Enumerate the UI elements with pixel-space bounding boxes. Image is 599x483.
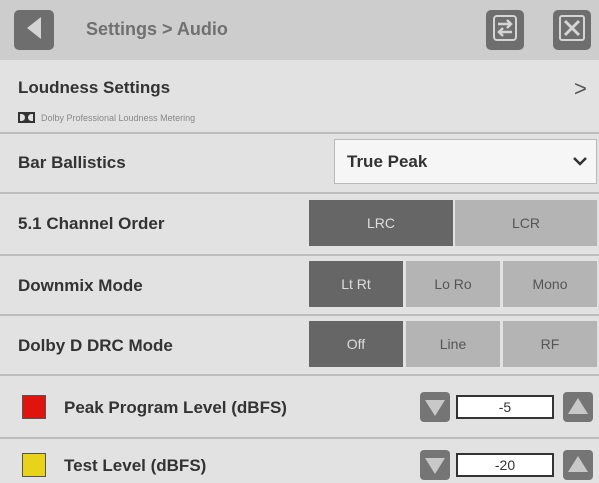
divider: [0, 314, 599, 316]
test-level-decrement-button[interactable]: [420, 450, 450, 480]
channel-order-lrc-button[interactable]: LRC: [309, 200, 453, 246]
chevron-right-icon[interactable]: >: [574, 76, 587, 102]
peak-level-color-swatch: [22, 395, 46, 419]
triangle-up-icon: [563, 392, 593, 422]
downmix-mode-label: Downmix Mode: [18, 276, 143, 295]
back-button[interactable]: [14, 10, 54, 50]
swap-arrows-icon: [493, 14, 517, 46]
peak-level-decrement-button[interactable]: [420, 392, 450, 422]
test-level-label: Test Level (dBFS): [64, 456, 207, 475]
divider: [0, 254, 599, 256]
bar-ballistics-value: True Peak: [347, 152, 428, 171]
close-button[interactable]: [553, 10, 591, 50]
drc-line-button[interactable]: Line: [406, 321, 500, 367]
divider: [0, 192, 599, 194]
downmix-mono-button[interactable]: Mono: [503, 261, 597, 307]
drc-rf-button[interactable]: RF: [503, 321, 597, 367]
bar-ballistics-label: Bar Ballistics: [18, 153, 126, 172]
divider: [0, 437, 599, 439]
peak-level-increment-button[interactable]: [563, 392, 593, 422]
loudness-settings-title: Loudness Settings: [18, 78, 171, 97]
dolby-subtitle: Dolby Professional Loudness Metering: [18, 112, 195, 123]
chevron-down-icon: [572, 151, 588, 176]
triangle-down-icon: [420, 450, 450, 480]
divider: [0, 132, 599, 134]
test-level-input[interactable]: -20: [456, 453, 554, 477]
drc-off-button[interactable]: Off: [309, 321, 403, 367]
downmix-loro-button[interactable]: Lo Ro: [406, 261, 500, 307]
peak-level-input[interactable]: -5: [456, 395, 554, 419]
channel-order-lcr-button[interactable]: LCR: [455, 200, 597, 246]
peak-level-label: Peak Program Level (dBFS): [64, 398, 287, 417]
breadcrumb: Settings > Audio: [86, 19, 228, 39]
downmix-ltrt-button[interactable]: Lt Rt: [309, 261, 403, 307]
back-arrow-icon: [25, 15, 43, 46]
close-x-icon: [559, 14, 585, 46]
test-level-color-swatch: [22, 453, 46, 477]
test-level-increment-button[interactable]: [563, 450, 593, 480]
dolby-logo-icon: [18, 112, 35, 123]
dolby-subtitle-text: Dolby Professional Loudness Metering: [41, 112, 196, 123]
divider: [0, 374, 599, 376]
triangle-down-icon: [420, 392, 450, 422]
drc-mode-label: Dolby D DRC Mode: [18, 336, 173, 355]
title-bar: Settings > Audio: [0, 0, 599, 60]
channel-order-label: 5.1 Channel Order: [18, 214, 165, 233]
triangle-up-icon: [563, 450, 593, 480]
swap-button[interactable]: [486, 10, 524, 50]
bar-ballistics-select[interactable]: True Peak: [334, 139, 597, 184]
